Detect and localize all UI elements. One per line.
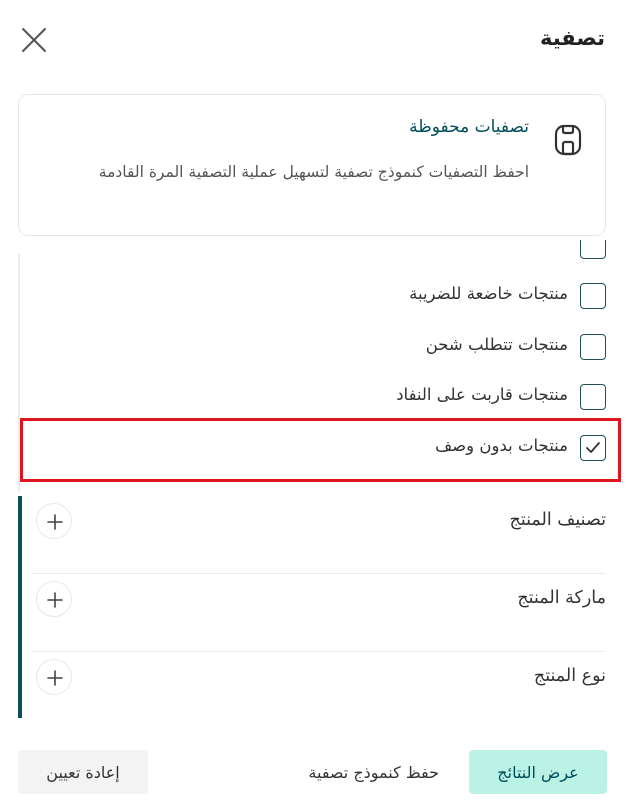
plus-icon bbox=[47, 514, 63, 530]
expand-button[interactable] bbox=[36, 581, 72, 617]
checkbox[interactable] bbox=[580, 283, 606, 309]
accordion-label: نوع المنتج bbox=[533, 666, 606, 686]
plus-icon bbox=[47, 670, 63, 686]
checkbox-row-low-stock[interactable]: منتجات قاربت على النفاد bbox=[36, 377, 606, 417]
filter-accordion: تصنيف المنتج ماركة المنتج نوع المنتج bbox=[18, 496, 606, 718]
checkbox-row-taxable[interactable]: منتجات خاضعة للضريبة bbox=[36, 276, 606, 316]
expand-button[interactable] bbox=[36, 659, 72, 695]
checkbox-row-shipping[interactable]: منتجات تتطلب شحن bbox=[36, 327, 606, 367]
checkbox[interactable] bbox=[580, 384, 606, 410]
accordion-item-type[interactable]: نوع المنتج bbox=[32, 652, 606, 730]
checkbox-label: منتجات خاضعة للضريبة bbox=[409, 284, 568, 303]
saved-filters-description: احفظ التصفيات كنموذج تصفية لتسهيل عملية … bbox=[98, 163, 529, 181]
filter-header: تصفية bbox=[0, 0, 629, 80]
reset-button[interactable]: إعادة تعيين bbox=[18, 750, 148, 794]
accordion-item-category[interactable]: تصنيف المنتج bbox=[32, 496, 606, 574]
saved-filters-title: تصفيات محفوظة bbox=[409, 117, 529, 137]
checkbox-label: منتجات تتطلب شحن bbox=[425, 335, 568, 354]
accordion-item-brand[interactable]: ماركة المنتج bbox=[32, 574, 606, 652]
selection-highlight bbox=[20, 418, 621, 482]
plus-icon bbox=[47, 592, 63, 608]
checkbox[interactable] bbox=[580, 334, 606, 360]
accordion-label: تصنيف المنتج bbox=[509, 510, 606, 530]
page-title: تصفية bbox=[540, 26, 605, 50]
checkbox[interactable] bbox=[580, 240, 606, 259]
checkbox-row[interactable] bbox=[36, 240, 606, 266]
checkbox-label: منتجات قاربت على النفاد bbox=[396, 385, 568, 404]
accordion-active-bar bbox=[18, 496, 22, 718]
saved-filters-card[interactable]: تصفيات محفوظة احفظ التصفيات كنموذج تصفية… bbox=[18, 94, 606, 236]
filter-footer: عرض النتائج حفظ كنموذج تصفية إعادة تعيين bbox=[0, 740, 629, 806]
accordion-label: ماركة المنتج bbox=[517, 588, 606, 608]
save-as-template-button[interactable]: حفظ كنموذج تصفية bbox=[308, 750, 439, 794]
expand-button[interactable] bbox=[36, 503, 72, 539]
close-button[interactable] bbox=[20, 26, 48, 54]
close-icon bbox=[22, 28, 46, 52]
save-disk-icon bbox=[554, 124, 582, 156]
show-results-button[interactable]: عرض النتائج bbox=[469, 750, 607, 794]
